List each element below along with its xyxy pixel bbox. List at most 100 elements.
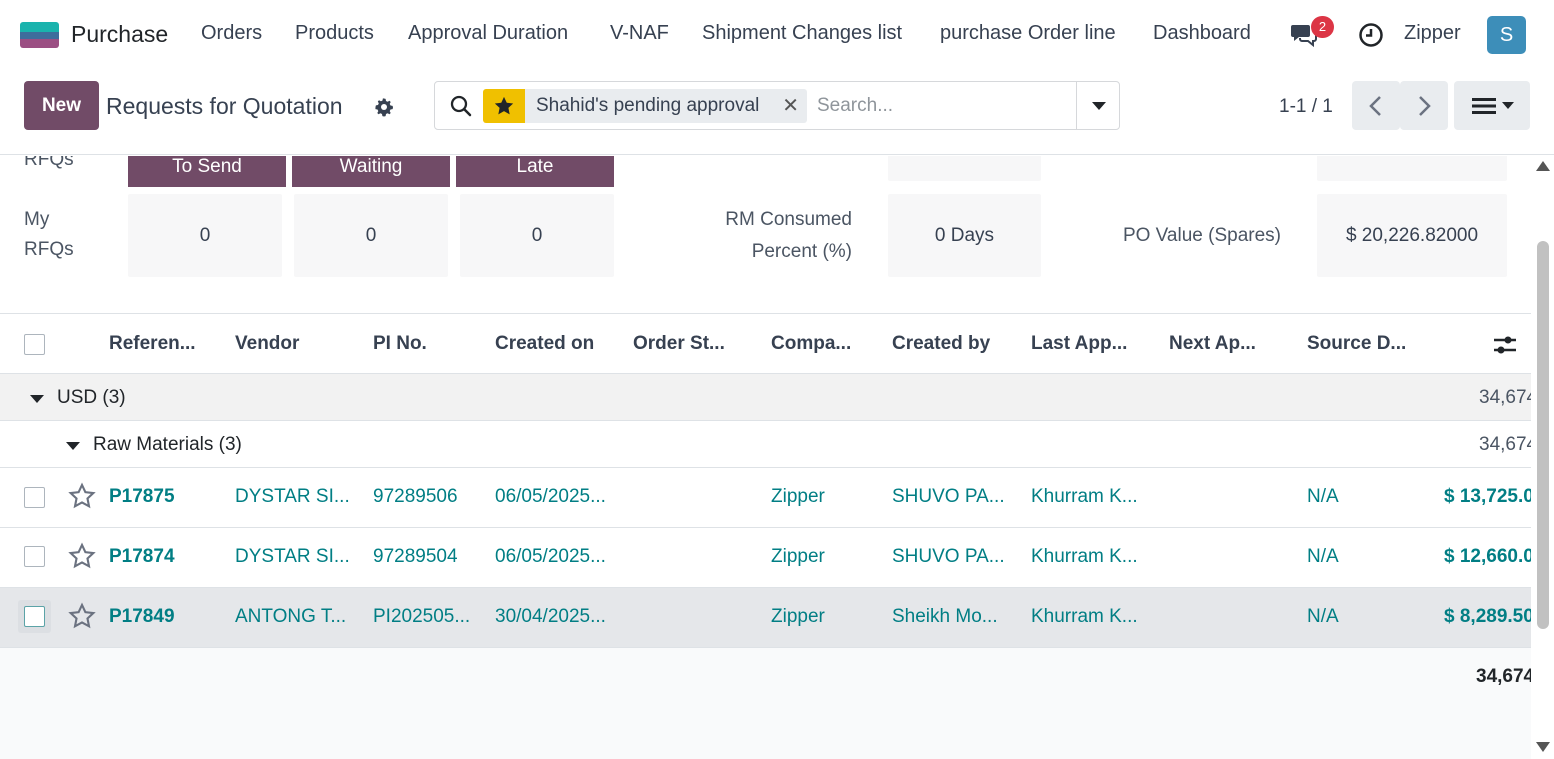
chevron-right-icon xyxy=(1419,96,1431,116)
clock-icon[interactable] xyxy=(1358,22,1384,48)
pager-value[interactable]: 1-1 / 1 xyxy=(1279,96,1333,118)
rm-consumed-value: 0 Days xyxy=(888,194,1041,277)
cell-company[interactable]: Zipper xyxy=(771,606,825,628)
column-order-status[interactable]: Order St... xyxy=(633,333,725,355)
column-last-approver[interactable]: Last App... xyxy=(1031,333,1127,355)
search-input[interactable] xyxy=(817,92,1067,120)
cell-company[interactable]: Zipper xyxy=(771,546,825,568)
table-row[interactable]: P17875 DYSTAR SI... 97289506 06/05/2025.… xyxy=(0,468,1531,528)
my-rfqs-label-line1: My xyxy=(24,209,50,230)
cell-reference[interactable]: P17849 xyxy=(109,606,175,628)
pager-next-button[interactable] xyxy=(1400,81,1448,130)
table-row[interactable]: P17874 DYSTAR SI... 97289504 06/05/2025.… xyxy=(0,528,1531,588)
dashboard-tile-top xyxy=(1317,156,1507,181)
facet-label: Shahid's pending approval xyxy=(536,95,760,116)
company-switcher[interactable]: Zipper xyxy=(1404,22,1461,45)
my-waiting-count[interactable]: 0 xyxy=(294,194,448,277)
menu-dashboard[interactable]: Dashboard xyxy=(1153,22,1251,45)
view-switcher-button[interactable] xyxy=(1454,81,1530,130)
list-footer xyxy=(0,648,1531,759)
cell-created-by[interactable]: SHUVO PA... xyxy=(892,486,1017,508)
cell-created-by[interactable]: SHUVO PA... xyxy=(892,546,1017,568)
group-total: 34,674 xyxy=(1479,387,1531,408)
group-row-category[interactable]: Raw Materials (3) 34,674 xyxy=(0,421,1531,468)
search-bar: Shahid's pending approval ✕ xyxy=(434,81,1120,130)
cell-amount: $ 12,660.00 xyxy=(1444,546,1531,567)
row-checkbox[interactable] xyxy=(24,606,45,627)
caret-down-icon xyxy=(1092,102,1106,110)
column-next-approver[interactable]: Next Ap... xyxy=(1169,333,1256,355)
cell-vendor[interactable]: DYSTAR SI... xyxy=(235,486,355,508)
star-icon xyxy=(494,96,514,115)
pager-previous-button[interactable] xyxy=(1352,81,1400,130)
star-icon[interactable] xyxy=(68,542,96,570)
menu-shipment-changes[interactable]: Shipment Changes list xyxy=(702,22,902,45)
column-created-by[interactable]: Created by xyxy=(892,333,990,355)
menu-orders[interactable]: Orders xyxy=(201,22,262,45)
scroll-down-arrow-icon[interactable] xyxy=(1536,742,1550,752)
star-icon[interactable] xyxy=(68,602,96,630)
to-send-header[interactable]: To Send xyxy=(128,156,286,187)
group-label: USD (3) xyxy=(57,387,126,408)
cell-reference[interactable]: P17875 xyxy=(109,486,175,508)
menu-v-naf[interactable]: V-NAF xyxy=(610,22,669,45)
gear-icon[interactable] xyxy=(374,97,394,117)
column-reference[interactable]: Referen... xyxy=(109,333,196,355)
top-navbar: Purchase Orders Products Approval Durati… xyxy=(0,0,1554,72)
dashboard-row-label: RFQs xyxy=(24,156,74,170)
column-source-document[interactable]: Source D... xyxy=(1307,333,1406,355)
cell-created-on: 06/05/2025... xyxy=(495,486,606,507)
po-value-amount: $ 20,226.82000 xyxy=(1317,194,1507,277)
cell-amount: $ 13,725.00 xyxy=(1444,486,1531,507)
cell-vendor[interactable]: DYSTAR SI... xyxy=(235,546,355,568)
new-button[interactable]: New xyxy=(24,81,99,130)
cell-last-approver[interactable]: Khurram K... xyxy=(1031,546,1151,568)
app-logo-icon[interactable] xyxy=(20,22,59,48)
cell-last-approver[interactable]: Khurram K... xyxy=(1031,486,1151,508)
table-row[interactable]: P17849 ANTONG T... PI202505... 30/04/202… xyxy=(0,588,1531,648)
cell-source-document: N/A xyxy=(1307,486,1339,507)
column-vendor[interactable]: Vendor xyxy=(235,333,299,355)
scroll-up-arrow-icon[interactable] xyxy=(1536,161,1550,171)
star-icon[interactable] xyxy=(68,482,96,510)
search-options-toggle[interactable] xyxy=(1076,82,1120,129)
control-panel: New Requests for Quotation Shahid's pend… xyxy=(0,72,1554,155)
cell-source-document: N/A xyxy=(1307,546,1339,567)
grand-total: 34,674 xyxy=(1476,666,1531,687)
late-header[interactable]: Late xyxy=(456,156,614,187)
select-all-checkbox[interactable] xyxy=(24,334,45,355)
user-avatar[interactable]: S xyxy=(1487,16,1526,54)
close-icon[interactable]: ✕ xyxy=(782,89,799,123)
caret-down-icon xyxy=(30,395,44,403)
purchase-dashboard: RFQs To Send Waiting Late My RFQs 0 0 0 … xyxy=(0,156,1531,313)
app-name[interactable]: Purchase xyxy=(71,21,168,48)
waiting-header[interactable]: Waiting xyxy=(292,156,450,187)
row-checkbox[interactable] xyxy=(24,487,45,508)
column-created-on[interactable]: Created on xyxy=(495,333,594,355)
scrollbar-thumb[interactable] xyxy=(1537,241,1549,629)
cell-created-by[interactable]: Sheikh Mo... xyxy=(892,606,1017,628)
row-checkbox[interactable] xyxy=(24,546,45,567)
column-settings-icon[interactable] xyxy=(1493,334,1517,356)
menu-purchase-order-line[interactable]: purchase Order line xyxy=(940,22,1116,45)
message-count-badge: 2 xyxy=(1311,16,1334,38)
page-title: Requests for Quotation xyxy=(106,93,343,119)
group-total: 34,674 xyxy=(1479,434,1531,455)
menu-products[interactable]: Products xyxy=(295,22,374,45)
column-company[interactable]: Compa... xyxy=(771,333,851,355)
search-icon[interactable] xyxy=(450,95,472,117)
menu-approval-duration[interactable]: Approval Duration xyxy=(408,22,568,45)
cell-source-document: N/A xyxy=(1307,606,1339,627)
cell-pi-no: 97289506 xyxy=(373,486,458,507)
my-late-count[interactable]: 0 xyxy=(460,194,614,277)
cell-last-approver[interactable]: Khurram K... xyxy=(1031,606,1151,628)
po-value-label: PO Value (Spares) xyxy=(1122,225,1281,246)
chevron-left-icon xyxy=(1369,96,1381,116)
column-pi-no[interactable]: PI No. xyxy=(373,333,427,355)
cell-company[interactable]: Zipper xyxy=(771,486,825,508)
group-row-currency[interactable]: USD (3) 34,674 xyxy=(0,374,1531,421)
my-to-send-count[interactable]: 0 xyxy=(128,194,282,277)
cell-pi-no: PI202505... xyxy=(373,606,471,627)
cell-vendor[interactable]: ANTONG T... xyxy=(235,606,355,628)
cell-reference[interactable]: P17874 xyxy=(109,546,175,568)
